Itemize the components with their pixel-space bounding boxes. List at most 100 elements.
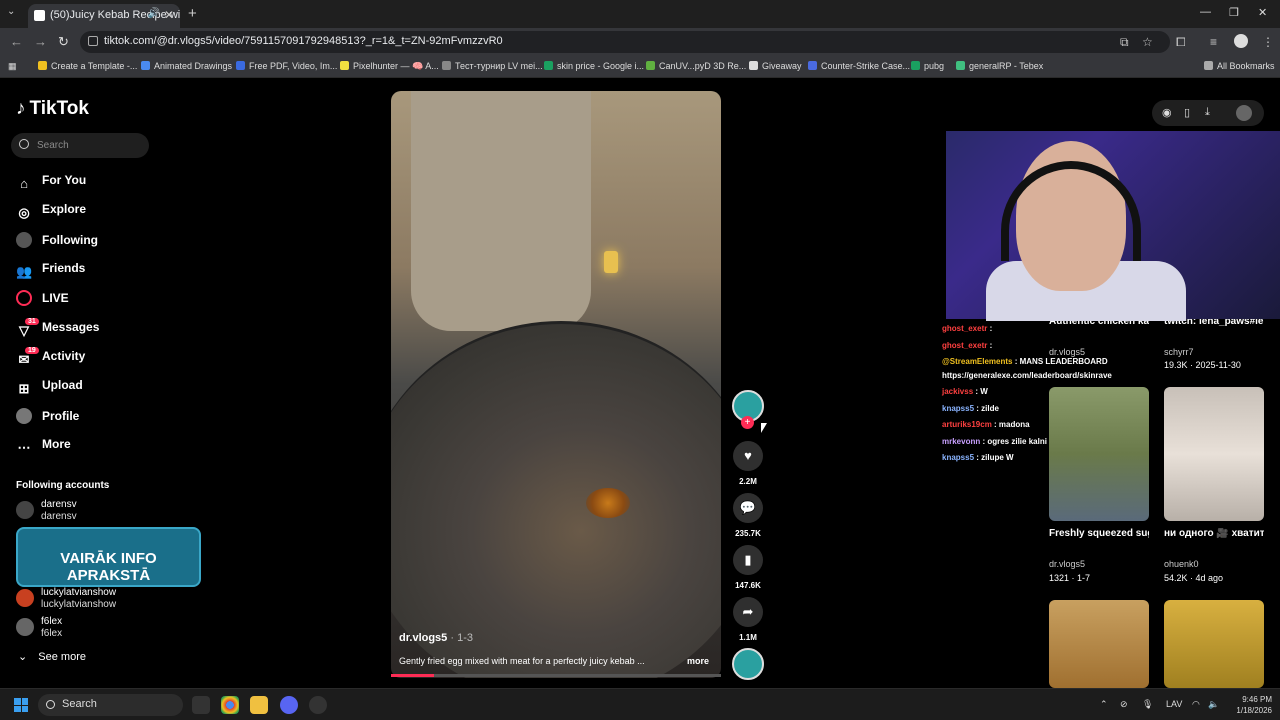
following-accounts-header: Following accounts bbox=[16, 480, 110, 491]
nav-more[interactable]: ⋯ More bbox=[16, 437, 71, 457]
share-icon[interactable]: ➦ bbox=[733, 597, 763, 627]
extensions-icon[interactable]: ⧠ bbox=[1176, 35, 1186, 50]
site-info-icon[interactable] bbox=[88, 36, 98, 46]
close-window-icon[interactable]: ✕ bbox=[1258, 6, 1267, 19]
tray-chevron-icon[interactable]: ⌃ bbox=[1100, 699, 1108, 710]
task-view-icon[interactable] bbox=[192, 696, 210, 714]
video-date: · 1-3 bbox=[450, 632, 473, 644]
taskbar-search[interactable]: Search bbox=[38, 694, 183, 716]
tiktok-logo[interactable]: ♪ TikTok bbox=[16, 98, 89, 120]
forward-icon[interactable]: → bbox=[34, 34, 47, 49]
follow-plus-icon[interactable]: + bbox=[741, 416, 754, 429]
chat-message: jackivss : W bbox=[942, 387, 988, 396]
rec-thumbnail[interactable] bbox=[1049, 387, 1149, 521]
nav-messages[interactable]: ▽ 31 Messages bbox=[16, 318, 99, 340]
live-icon bbox=[16, 290, 32, 306]
tab-search-icon[interactable]: ⌄ bbox=[7, 6, 15, 17]
rec-thumbnail[interactable] bbox=[1164, 387, 1264, 521]
nav-profile[interactable]: Profile bbox=[16, 408, 79, 428]
back-icon[interactable]: ← bbox=[10, 34, 23, 49]
new-tab-icon[interactable]: + bbox=[188, 5, 197, 22]
apps-icon[interactable]: ▦ bbox=[8, 61, 17, 72]
rec-thumbnail[interactable] bbox=[1164, 600, 1264, 688]
nav-explore[interactable]: ◎ Explore bbox=[16, 202, 86, 222]
device-icon[interactable]: ▯ bbox=[1184, 106, 1190, 119]
bookmark-item[interactable]: Free PDF, Video, Im... bbox=[236, 61, 337, 71]
profile-icon bbox=[16, 408, 32, 424]
search-placeholder: Search bbox=[37, 140, 69, 151]
windows-start-icon[interactable] bbox=[14, 698, 28, 712]
rec-author: ohuenk0 bbox=[1164, 559, 1199, 569]
rec-title[interactable]: ни одного 🎥 хватит смотреть... bbox=[1164, 528, 1264, 539]
comment-icon[interactable]: 💬 bbox=[733, 493, 763, 523]
bookmark-item[interactable]: pubg bbox=[911, 61, 944, 71]
nav-upload[interactable]: ⊞ Upload bbox=[16, 378, 83, 398]
upload-icon: ⊞ bbox=[18, 381, 30, 396]
coins-icon[interactable]: ◉ bbox=[1162, 106, 1172, 119]
see-more-button[interactable]: ⌄ See more bbox=[18, 650, 86, 663]
video-author[interactable]: dr.vlogs5 · 1-3 bbox=[399, 632, 473, 644]
media-icon[interactable]: ≡ bbox=[1210, 35, 1217, 49]
volume-icon[interactable]: 🔈 bbox=[1208, 699, 1219, 710]
nav-following[interactable]: Following bbox=[16, 232, 98, 252]
rec-title[interactable]: Freshly squeezed sugarcane mint... bbox=[1049, 528, 1149, 539]
all-bookmarks[interactable]: All Bookmarks bbox=[1204, 61, 1275, 71]
video-scene-person bbox=[411, 91, 591, 331]
restore-icon[interactable]: ❐ bbox=[1229, 6, 1239, 19]
bookmark-item[interactable]: Giveaway bbox=[749, 61, 802, 71]
nav-friends[interactable]: 👥 Friends bbox=[16, 261, 85, 281]
bookmarks-bar: ▦ Create a Template -... Animated Drawin… bbox=[0, 56, 1280, 78]
nav-for-you[interactable]: ⌂ For You bbox=[16, 173, 86, 193]
chat-text: : MANS LEADERBOARD bbox=[1012, 357, 1108, 366]
language-indicator[interactable]: LAV bbox=[1166, 699, 1182, 709]
video-progress-bar[interactable] bbox=[391, 674, 721, 677]
address-bar[interactable]: tiktok.com/@dr.vlogs5/video/759115709179… bbox=[80, 31, 1170, 53]
bookmark-item[interactable]: Animated Drawings bbox=[141, 61, 232, 71]
obs-icon[interactable] bbox=[309, 696, 327, 714]
home-icon: ⌂ bbox=[20, 176, 28, 191]
rec-thumbnail[interactable] bbox=[1049, 600, 1149, 688]
chat-message: knapss5 : zilupe W bbox=[942, 453, 1014, 462]
discord-icon[interactable] bbox=[280, 696, 298, 714]
chat-message: @StreamElements : MANS LEADERBOARD bbox=[942, 357, 1108, 366]
chrome-icon[interactable] bbox=[221, 696, 239, 714]
chat-username: ghost_exetr bbox=[942, 324, 988, 333]
rec-author: dr.vlogs5 bbox=[1049, 347, 1086, 357]
bookmark-item[interactable]: Counter-Strike Case... bbox=[808, 61, 910, 71]
install-icon[interactable]: ⧉ bbox=[1120, 35, 1129, 50]
messages-badge: 31 bbox=[25, 318, 39, 325]
reload-icon[interactable]: ↻ bbox=[58, 34, 69, 50]
bookmark-star-icon[interactable]: ☆ bbox=[1142, 35, 1153, 49]
wifi-icon[interactable]: ◠ bbox=[1192, 699, 1200, 710]
video-player[interactable] bbox=[391, 91, 721, 678]
bookmark-item[interactable]: Тест-турнир LV mei... bbox=[442, 61, 543, 71]
bookmark-item[interactable]: generalRP - Tebex bbox=[956, 61, 1043, 71]
chevron-down-icon: ⌄ bbox=[18, 651, 31, 663]
close-tab-icon[interactable]: ✕ bbox=[164, 8, 174, 22]
nav-activity[interactable]: ✉ 19 Activity bbox=[16, 347, 85, 369]
bookmark-item[interactable]: Create a Template -... bbox=[38, 61, 137, 71]
mic-icon[interactable]: 🎙 bbox=[1142, 699, 1153, 710]
like-icon[interactable]: ♥ bbox=[733, 441, 763, 471]
speaker-icon[interactable]: 🔊 bbox=[148, 8, 160, 19]
bookmark-icon[interactable]: ▮ bbox=[733, 545, 763, 575]
system-clock[interactable]: 9:46 PM 1/18/2026 bbox=[1228, 694, 1272, 716]
download-icon[interactable]: ⤓ bbox=[1205, 106, 1210, 119]
browser-toolbar: ← → ↻ tiktok.com/@dr.vlogs5/video/759115… bbox=[0, 28, 1280, 56]
minimize-icon[interactable]: — bbox=[1200, 6, 1211, 18]
sound-disc-icon[interactable] bbox=[732, 648, 764, 680]
search-input[interactable]: Search bbox=[11, 133, 149, 158]
menu-icon[interactable]: ⋮ bbox=[1262, 35, 1274, 49]
profile-avatar[interactable] bbox=[1234, 34, 1248, 48]
file-explorer-icon[interactable] bbox=[250, 696, 268, 714]
bookmark-item[interactable]: Pixelhunter — 🧠 A... bbox=[340, 61, 439, 72]
bookmark-item[interactable]: skin price - Google i... bbox=[544, 61, 644, 71]
user-avatar[interactable] bbox=[1236, 105, 1252, 121]
bookmark-item[interactable]: CanUV...pyD 3D Re... bbox=[646, 61, 746, 71]
video-description: Gently fried egg mixed with meat for a p… bbox=[399, 656, 645, 666]
tiktok-favicon-icon bbox=[34, 10, 45, 21]
nav-live[interactable]: LIVE bbox=[16, 290, 69, 310]
more-button[interactable]: more bbox=[687, 656, 709, 666]
browser-tab[interactable]: (50)Juicy Kebab Recipe wit 🔊 ✕ bbox=[28, 4, 180, 28]
network-icon[interactable]: ⊘ bbox=[1120, 699, 1128, 710]
